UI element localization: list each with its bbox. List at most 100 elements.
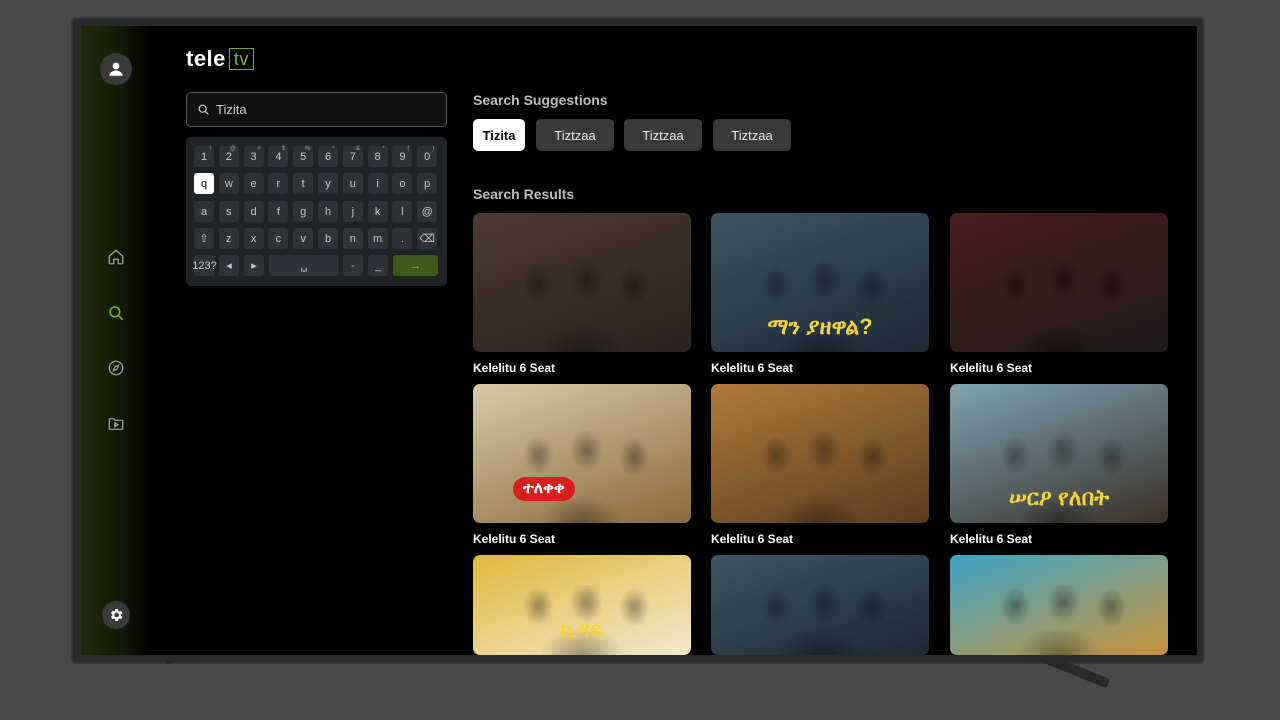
suggestion-chip[interactable]: Tiztzaa xyxy=(536,119,614,151)
key-label: a xyxy=(200,205,208,218)
keyboard-key[interactable]: r xyxy=(268,173,289,194)
key-label: q xyxy=(200,177,208,190)
keyboard-dash-key[interactable]: - xyxy=(343,255,363,276)
keyboard-key[interactable]: ⌫ xyxy=(417,228,438,249)
suggestion-chip[interactable]: Tiztzaa xyxy=(713,119,791,151)
nav-home[interactable] xyxy=(106,247,126,267)
keyboard-right-key[interactable]: ▸ xyxy=(244,255,264,276)
result-thumbnail: ኪዳዬ xyxy=(473,555,691,655)
profile-button[interactable] xyxy=(100,53,132,85)
keyboard-key[interactable]: m xyxy=(367,228,388,249)
keyboard-key[interactable]: e xyxy=(243,173,264,194)
keyboard-key[interactable]: w xyxy=(218,173,239,194)
keyboard-space-key[interactable]: ␣ xyxy=(269,255,339,276)
key-shift-label: ( xyxy=(407,146,410,152)
keyboard-key[interactable]: @ xyxy=(417,201,438,222)
key-label: m xyxy=(373,232,383,245)
keyboard-enter-key[interactable]: → xyxy=(393,255,438,276)
key-label: w xyxy=(224,177,233,190)
keyboard-key[interactable]: q xyxy=(194,173,214,194)
keyboard-key[interactable]: 1! xyxy=(194,146,214,167)
keyboard-key[interactable]: p xyxy=(417,173,438,194)
keyboard-key[interactable]: c xyxy=(268,228,289,249)
result-card[interactable]: Kelelitu 6 Seat xyxy=(473,213,691,375)
poster-title-text: ማን ያዘዋል? xyxy=(767,314,873,339)
result-card[interactable] xyxy=(950,555,1168,655)
poster-figures xyxy=(950,585,1168,655)
keyboard-key[interactable]: n xyxy=(342,228,363,249)
result-card[interactable]: Kelelitu 6 Seat xyxy=(950,213,1168,375)
key-shift-label: ) xyxy=(432,146,435,152)
keyboard-key[interactable]: 7 & xyxy=(342,146,363,167)
result-card[interactable]: ኪዳዬ xyxy=(473,555,691,655)
result-thumbnail xyxy=(950,555,1168,655)
key-shift-label: ! xyxy=(209,146,211,152)
key-label: n xyxy=(349,232,356,245)
keyboard-key[interactable]: 2 @ xyxy=(218,146,239,167)
on-screen-keyboard: 1! 2 @3 #4 $5% 6 ^ 7 & 8 * 9(0) q w e r t y u i o p a s d f g h j k l @… xyxy=(186,137,447,286)
result-title: Kelelitu 6 Seat xyxy=(711,532,794,546)
key-label: x xyxy=(250,232,257,245)
result-card[interactable]: ሠርዖ የለበት Kelelitu 6 Seat xyxy=(950,384,1168,546)
suggestion-chip[interactable]: Tiztzaa xyxy=(624,119,702,151)
result-thumbnail xyxy=(711,555,929,655)
nav-library[interactable] xyxy=(106,414,126,434)
keyboard-key[interactable]: g xyxy=(293,201,314,222)
keyboard-key[interactable]: a xyxy=(194,201,214,222)
key-label: 8 xyxy=(374,150,381,163)
keyboard-key[interactable]: z xyxy=(218,228,239,249)
keyboard-key[interactable]: 0) xyxy=(417,146,438,167)
keyboard-key[interactable]: k xyxy=(367,201,388,222)
keyboard-key[interactable]: v xyxy=(293,228,314,249)
user-icon xyxy=(109,62,123,76)
keyboard-key[interactable]: ⇧ xyxy=(194,228,214,249)
suggestions-heading: Search Suggestions xyxy=(473,92,608,108)
keyboard-key[interactable]: s xyxy=(218,201,239,222)
keyboard-key[interactable]: b xyxy=(318,228,338,249)
keyboard-key[interactable]: i xyxy=(367,173,388,194)
key-label: 7 xyxy=(349,150,356,163)
result-title: Kelelitu 6 Seat xyxy=(711,361,794,375)
result-card[interactable] xyxy=(711,555,929,655)
nav-search[interactable] xyxy=(106,303,126,323)
result-thumbnail xyxy=(950,213,1168,352)
keyboard-key[interactable]: 6 ^ xyxy=(318,146,338,167)
search-input[interactable]: Tizita xyxy=(186,92,447,127)
poster-figures xyxy=(950,254,1168,352)
keyboard-key[interactable]: o xyxy=(392,173,413,194)
result-title: Kelelitu 6 Seat xyxy=(473,532,556,546)
result-thumbnail: ሠርዖ የለበት xyxy=(950,384,1168,523)
nav-explore[interactable] xyxy=(106,358,126,378)
key-label: 9 xyxy=(399,150,406,163)
keyboard-key[interactable]: y xyxy=(318,173,338,194)
result-card[interactable]: Kelelitu 6 Seat xyxy=(711,384,929,546)
poster-title-text: ሠርዖ የለበት xyxy=(1008,485,1110,510)
keyboard-key[interactable]: d xyxy=(243,201,264,222)
result-card[interactable]: ተለቀቀ Kelelitu 6 Seat xyxy=(473,384,691,546)
keyboard-mode-key[interactable]: 123? xyxy=(192,255,217,276)
app-logo: tele tv xyxy=(186,46,254,72)
keyboard-key[interactable]: 5% xyxy=(293,146,314,167)
keyboard-key[interactable]: x xyxy=(243,228,264,249)
key-label: ⌫ xyxy=(419,233,435,245)
keyboard-key[interactable]: h xyxy=(318,201,338,222)
key-label: r xyxy=(276,177,281,190)
keyboard-key[interactable]: t xyxy=(293,173,314,194)
keyboard-key[interactable]: 8 * xyxy=(367,146,388,167)
keyboard-key[interactable]: f xyxy=(268,201,289,222)
tv-screen: tele tv Tizita 1! 2 @3 #4 $5% 6 ^ 7 & 8 * 9(0) q w e r t… xyxy=(81,26,1197,655)
result-card[interactable]: ማን ያዘዋል? Kelelitu 6 Seat xyxy=(711,213,929,375)
settings-button[interactable] xyxy=(102,601,130,629)
suggestion-chip[interactable]: Tizita xyxy=(473,119,525,151)
keyboard-key[interactable]: l xyxy=(392,201,413,222)
keyboard-key[interactable]: j xyxy=(342,201,363,222)
keyboard-key[interactable]: 9( xyxy=(392,146,413,167)
keyboard-key[interactable]: u xyxy=(342,173,363,194)
keyboard-key[interactable]: 4 $ xyxy=(268,146,289,167)
result-title: Kelelitu 6 Seat xyxy=(473,361,556,375)
key-label: 2 xyxy=(225,150,232,163)
keyboard-underscore-key[interactable]: _ xyxy=(368,255,388,276)
keyboard-left-key[interactable]: ◂ xyxy=(219,255,239,276)
keyboard-key[interactable]: . xyxy=(392,228,413,249)
keyboard-key[interactable]: 3 # xyxy=(243,146,264,167)
